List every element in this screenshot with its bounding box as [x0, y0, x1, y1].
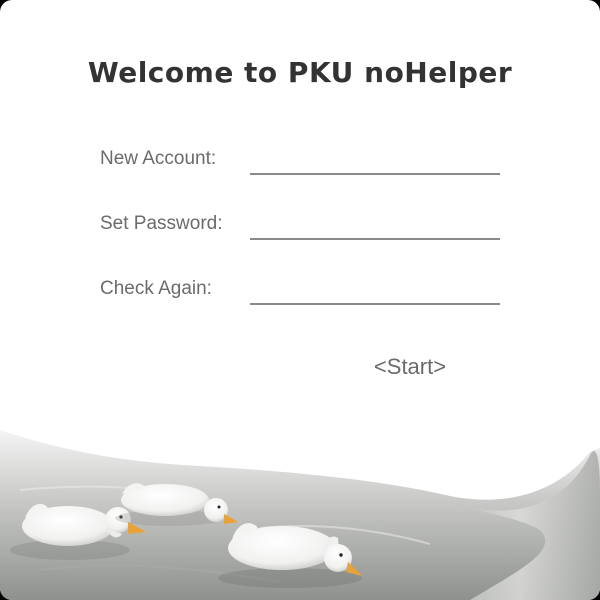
- check-again-input[interactable]: [250, 277, 500, 305]
- set-password-label: Set Password:: [100, 213, 223, 234]
- check-again-label: Check Again:: [100, 278, 212, 299]
- ducks-illustration: [0, 430, 600, 600]
- page-title: Welcome to PKU noHelper: [87, 56, 513, 89]
- set-password-input[interactable]: [250, 212, 500, 240]
- start-button[interactable]: <Start>: [360, 352, 460, 382]
- new-account-label: New Account:: [100, 148, 217, 169]
- new-account-input[interactable]: [250, 147, 500, 175]
- register-window: Welcome to PKU noHelper New Account: Set…: [0, 0, 600, 600]
